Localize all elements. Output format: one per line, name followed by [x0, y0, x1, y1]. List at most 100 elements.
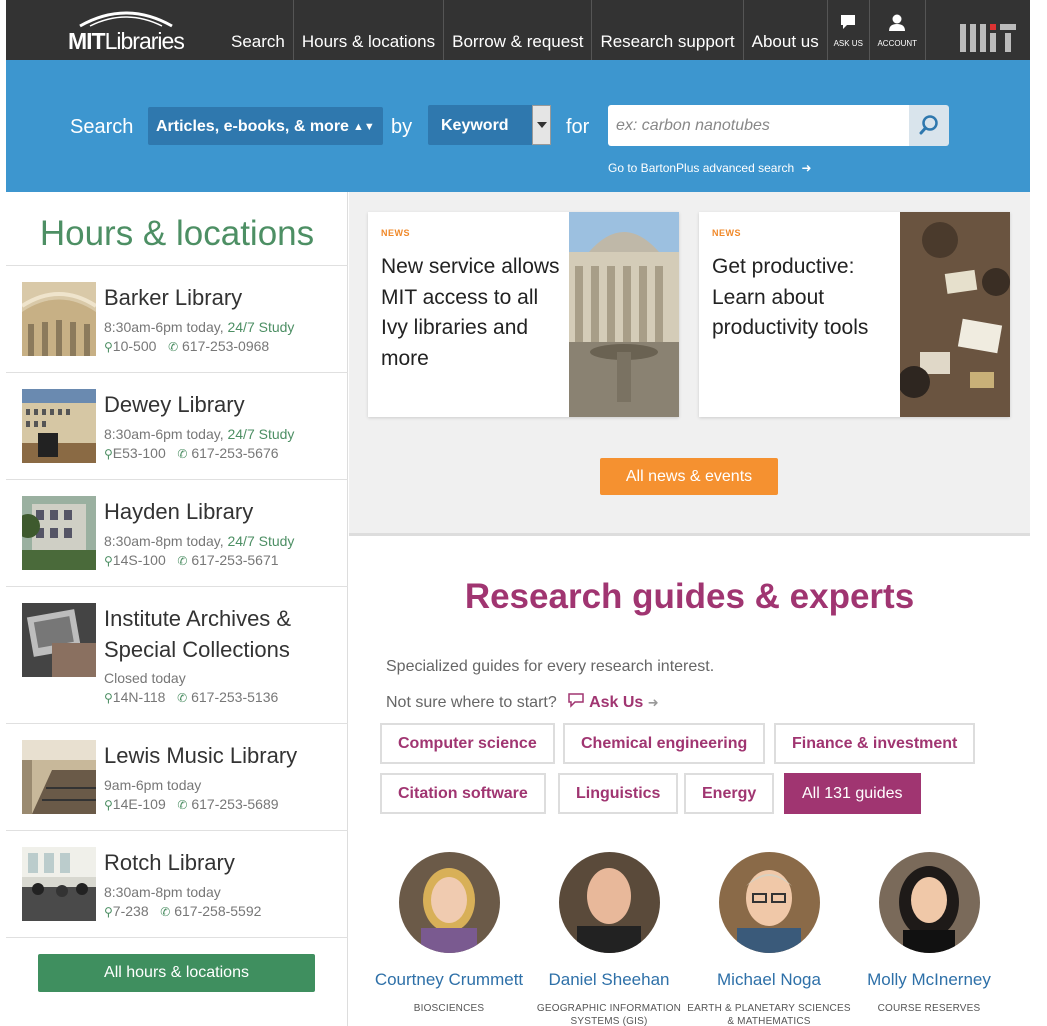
library-item-dewey[interactable]: Dewey Library 8:30am-6pm today, 24/7 Stu… [6, 373, 348, 480]
library-name: Dewey Library [104, 392, 245, 417]
rotch-library-photo [22, 847, 96, 921]
expert-name[interactable]: Courtney Crummett [364, 970, 534, 990]
study-link[interactable]: 24/7 Study [227, 319, 294, 335]
guide-computer-science[interactable]: Computer science [380, 723, 555, 764]
all-guides-button[interactable]: All 131 guides [784, 773, 921, 814]
library-location: ⚲14S-100 ✆ 617-253-5671 [104, 552, 279, 568]
search-label: Search [70, 116, 134, 138]
lewis-music-library-photo [22, 740, 96, 814]
expert-avatar [878, 852, 980, 953]
phone-icon: ✆ [177, 691, 188, 705]
library-hours: 9am-6pm today [104, 777, 202, 793]
library-name: Hayden Library [104, 499, 254, 524]
arrow-right-icon: ➜ [647, 695, 659, 710]
chat-bubble-icon [568, 693, 584, 708]
search-input[interactable] [608, 105, 910, 146]
map-pin-icon: ⚲ [104, 798, 113, 812]
news-tag: NEWS [381, 228, 410, 238]
guide-chemical-engineering[interactable]: Chemical engineering [563, 723, 766, 764]
news-library-photo [569, 212, 679, 417]
expert-card[interactable]: Daniel Sheehan GEOGRAPHIC INFORMATION SY… [524, 852, 694, 1026]
library-item-lewis-music[interactable]: Lewis Music Library 9am-6pm today ⚲14E-1… [6, 724, 348, 831]
arrow-right-icon: ➜ [801, 161, 812, 175]
user-icon [889, 14, 906, 31]
library-location: ⚲10-500 ✆ 617-253-0968 [104, 338, 270, 354]
expert-name[interactable]: Michael Noga [684, 970, 854, 990]
library-name: Institute Archives & Special Collections [104, 606, 292, 662]
guide-energy[interactable]: Energy [684, 773, 775, 814]
top-navigation-bar: MITLibraries Search Hours & locations Bo… [6, 0, 1030, 60]
map-pin-icon: ⚲ [104, 447, 113, 461]
map-pin-icon: ⚲ [104, 340, 113, 354]
news-card[interactable]: NEWS Get productive: Learn about product… [699, 212, 1010, 417]
account-button[interactable]: ACCOUNT [870, 0, 926, 60]
search-scope-select[interactable]: Articles, e-books, & more ▲▼ [148, 107, 383, 145]
chat-bubble-icon [841, 15, 856, 29]
library-name: Barker Library [104, 285, 243, 310]
library-hours: 8:30am-8pm today [104, 884, 221, 900]
library-item-rotch[interactable]: Rotch Library 8:30am-8pm today ⚲7-238 ✆ … [6, 831, 348, 938]
search-submit-button[interactable] [909, 105, 949, 146]
library-hours: 8:30am-8pm today, 24/7 Study [104, 533, 295, 549]
barker-library-photo [22, 282, 96, 356]
nav-hours-locations[interactable]: Hours & locations [294, 0, 445, 60]
research-guides-title: Research guides & experts [464, 577, 915, 616]
expert-name[interactable]: Daniel Sheehan [524, 970, 694, 990]
main-content: NEWS New service allows MIT access to al… [349, 192, 1030, 1026]
dewey-library-photo [22, 389, 96, 463]
logo-arc-icon [79, 11, 173, 28]
updown-arrows-icon: ▲▼ [352, 121, 375, 133]
library-item-archives[interactable]: Institute Archives & Special Collections… [6, 587, 348, 724]
guide-linguistics[interactable]: Linguistics [558, 773, 679, 814]
news-card[interactable]: NEWS New service allows MIT access to al… [368, 212, 679, 417]
guide-finance-investment[interactable]: Finance & investment [774, 723, 976, 764]
ask-us-link[interactable]: Ask Us [561, 693, 648, 711]
library-location: ⚲7-238 ✆ 617-258-5592 [104, 903, 262, 919]
expert-department: COURSE RESERVES [877, 1003, 981, 1014]
nav-research-support[interactable]: Research support [592, 0, 744, 60]
map-pin-icon: ⚲ [104, 554, 113, 568]
news-headline[interactable]: New service allows MIT access to all Ivy… [381, 252, 566, 374]
main-nav: Search Hours & locations Borrow & reques… [222, 0, 926, 60]
news-section: NEWS New service allows MIT access to al… [349, 192, 1030, 536]
expert-name[interactable]: Molly McInerney [844, 970, 1014, 990]
advanced-search-link[interactable]: Go to BartonPlus advanced search ➜ [608, 161, 812, 175]
news-students-photo [900, 212, 1010, 417]
expert-card[interactable]: Courtney Crummett BIOSCIENCES [364, 852, 534, 1015]
library-name: Rotch Library [104, 850, 235, 875]
ask-us-button[interactable]: ASK US [828, 0, 870, 60]
for-label: for [566, 116, 590, 138]
nav-about-us[interactable]: About us [744, 0, 828, 60]
guide-citation-software[interactable]: Citation software [380, 773, 546, 814]
search-field-select[interactable]: Keyword [428, 105, 551, 145]
mit-libraries-logo[interactable]: MITLibraries [68, 6, 185, 54]
chevron-down-icon[interactable] [532, 105, 551, 145]
library-item-barker[interactable]: Barker Library 8:30am-6pm today, 24/7 St… [6, 266, 348, 373]
phone-icon: ✆ [177, 554, 188, 568]
study-link[interactable]: 24/7 Study [227, 533, 294, 549]
expert-avatar [398, 852, 500, 953]
archives-photo [22, 603, 96, 677]
mit-logo-icon[interactable] [960, 24, 1016, 52]
nav-borrow-request[interactable]: Borrow & request [444, 0, 593, 60]
news-headline[interactable]: Get productive: Learn about productivity… [712, 252, 897, 344]
all-news-events-button[interactable]: All news & events [600, 458, 778, 495]
nav-search[interactable]: Search [222, 0, 294, 60]
search-field-value: Keyword [441, 117, 509, 134]
library-hours: 8:30am-6pm today, 24/7 Study [104, 426, 295, 442]
expert-department: GEOGRAPHIC INFORMATION SYSTEMS (GIS) [536, 1003, 682, 1026]
expert-card[interactable]: Molly McInerney COURSE RESERVES [844, 852, 1014, 1015]
study-link[interactable]: 24/7 Study [227, 426, 294, 442]
phone-icon: ✆ [177, 798, 188, 812]
account-label: ACCOUNT [877, 39, 918, 48]
hours-locations-panel: Hours & locations Barker Library 8:30am-… [6, 192, 348, 1026]
expert-card[interactable]: Michael Noga EARTH & PLANETARY SCIENCES … [684, 852, 854, 1026]
map-pin-icon: ⚲ [104, 691, 113, 705]
phone-icon: ✆ [160, 905, 171, 919]
search-scope-value: Articles, e-books, & more [156, 118, 349, 135]
phone-icon: ✆ [168, 340, 179, 354]
all-hours-locations-button[interactable]: All hours & locations [38, 954, 315, 992]
library-item-hayden[interactable]: Hayden Library 8:30am-8pm today, 24/7 St… [6, 480, 348, 587]
search-band: Search Articles, e-books, & more ▲▼ by Ke… [6, 60, 1030, 192]
by-label: by [391, 116, 413, 138]
